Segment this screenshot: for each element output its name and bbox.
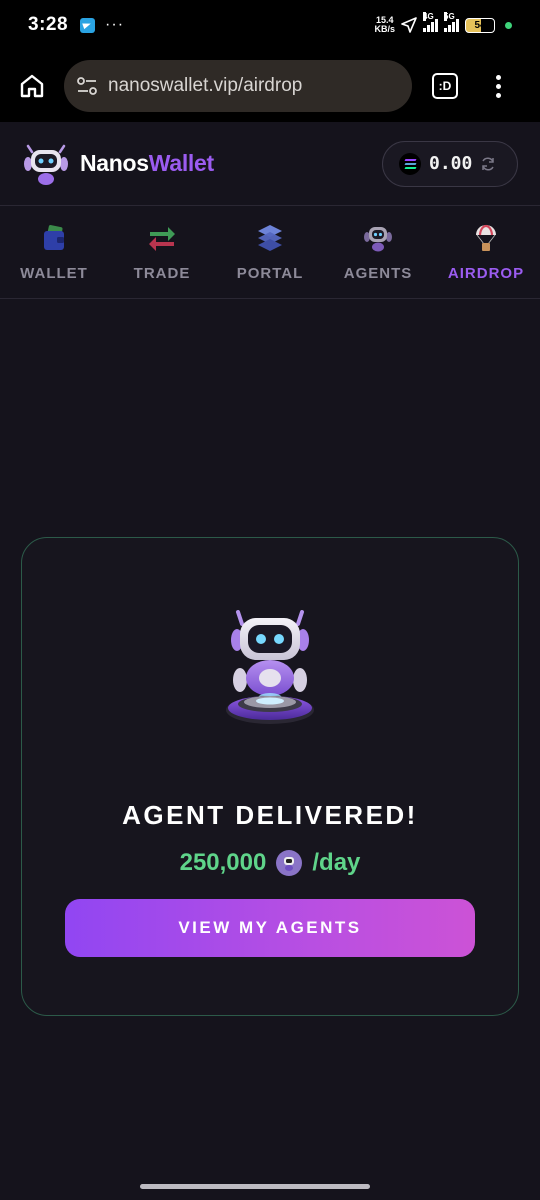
tab-label: AIRDROP <box>447 265 525 282</box>
battery-icon: 54 <box>465 17 495 33</box>
signal-4g-label: 4G <box>423 12 434 21</box>
browser-toolbar: nanoswallet.vip/airdrop :D <box>0 50 540 122</box>
url-text: nanoswallet.vip/airdrop <box>108 75 303 96</box>
tab-agents[interactable]: AGENTS <box>324 207 432 298</box>
main-nav-tabs: WALLET TRADE PORTAL AGENTS AIRDROP <box>0 207 540 299</box>
refresh-icon[interactable] <box>480 156 496 172</box>
privacy-dot-icon <box>505 21 512 29</box>
logo-robot-icon[interactable] <box>24 142 68 186</box>
tab-label: WALLET <box>20 265 88 282</box>
site-settings-icon[interactable] <box>76 75 98 97</box>
parachute-icon <box>476 224 496 251</box>
reward-unit: /day <box>312 849 361 876</box>
wallet-icon <box>44 225 64 250</box>
tab-switcher-button[interactable]: :D <box>432 73 458 99</box>
network-speed-unit: KB/s <box>374 24 395 34</box>
nanos-coin-icon <box>276 850 303 876</box>
signal-5g-label: 5G <box>444 12 455 21</box>
signal-5g-icon: 5G <box>444 12 459 32</box>
tab-label: TRADE <box>133 265 191 282</box>
more-notifications-icon: ··· <box>105 16 125 33</box>
reward-amount: 250,000 <box>179 849 267 876</box>
tab-wallet[interactable]: WALLET <box>0 207 108 298</box>
browser-menu-icon[interactable] <box>496 74 501 98</box>
balance-value: 0.00 <box>429 153 473 174</box>
telegram-icon <box>80 17 96 33</box>
reward-rate: 250,000 /day <box>179 849 361 877</box>
signal-4g-icon: 4G <box>423 12 438 32</box>
tab-portal[interactable]: PORTAL <box>216 207 324 298</box>
tab-trade[interactable]: TRADE <box>108 207 216 298</box>
status-time: 3:28 <box>28 14 69 35</box>
location-arrow-icon <box>401 17 417 33</box>
brand-name-part2: Wallet <box>148 150 214 176</box>
agent-delivered-card: AGENT DELIVERED! 250,000 /day VIEW MY AG… <box>21 537 519 1016</box>
brand-name-part1: Nanos <box>80 150 149 176</box>
robot-agent-icon <box>226 610 314 724</box>
tab-airdrop[interactable]: AIRDROP <box>432 207 540 298</box>
portal-layers-icon <box>258 225 282 251</box>
view-my-agents-button[interactable]: VIEW MY AGENTS <box>65 899 475 957</box>
address-bar[interactable]: nanoswallet.vip/airdrop <box>64 60 412 112</box>
app-header: NanosWallet 0.00 <box>0 122 540 206</box>
home-indicator[interactable] <box>140 1184 370 1189</box>
tab-label: PORTAL <box>236 265 304 282</box>
trade-arrows-icon <box>149 227 175 251</box>
balance-pill[interactable]: 0.00 <box>382 140 518 187</box>
tab-label: AGENTS <box>343 265 413 282</box>
solana-icon <box>399 152 421 175</box>
status-indicators: 15.4 KB/s 4G 5G 54 <box>374 12 512 34</box>
card-title: AGENT DELIVERED! <box>122 800 418 830</box>
status-bar: 3:28 ··· 15.4 KB/s 4G 5G 54 <box>0 0 540 50</box>
home-icon[interactable] <box>18 72 46 100</box>
brand-name[interactable]: NanosWallet <box>80 150 214 177</box>
agent-robot-icon <box>364 227 392 252</box>
network-speed: 15.4 KB/s <box>374 16 395 34</box>
